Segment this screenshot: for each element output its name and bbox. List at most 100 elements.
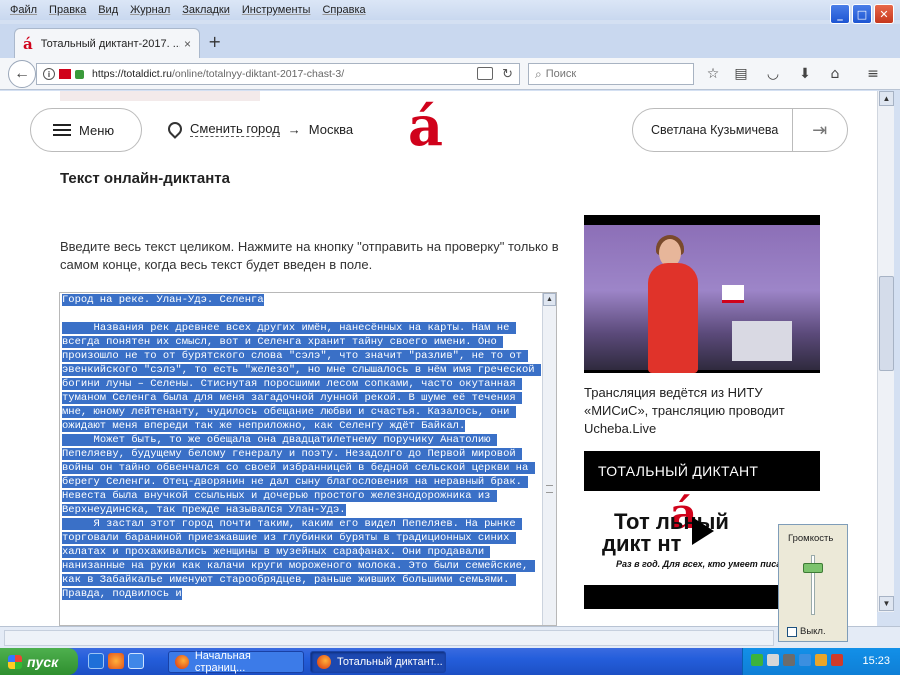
back-button[interactable]: ← <box>8 60 36 88</box>
nav-bar: i https://totaldict.ru/online/totalnyy-d… <box>0 58 900 90</box>
explorer-quicklaunch-icon[interactable] <box>128 653 144 669</box>
reload-icon[interactable]: ↻ <box>502 66 513 82</box>
user-panel: Светлана Кузьмичева ⇥ <box>632 108 848 152</box>
menu-edit[interactable]: Правка <box>49 4 86 16</box>
menu-help[interactable]: Справка <box>322 4 365 16</box>
instructions-text: Введите весь текст целиком. Нажмите на к… <box>60 239 559 272</box>
hamburger-menu-icon[interactable]: ≡ <box>864 65 882 83</box>
tray-network-icon[interactable] <box>751 654 763 666</box>
firefox-quicklaunch-icon[interactable] <box>108 653 124 669</box>
podium-flag <box>722 285 744 303</box>
system-tray: 15:23 <box>742 648 900 675</box>
site-menu-label: Меню <box>79 122 115 138</box>
menu-burger-icon <box>53 124 71 136</box>
volume-popup: Громкость Выкл. <box>778 524 848 642</box>
show-desktop-icon[interactable] <box>88 653 104 669</box>
tab-title: Тотальный диктант-2017. ... <box>40 37 180 50</box>
minimize-button[interactable]: _ <box>830 4 850 24</box>
page-scrollbar[interactable]: ▲ ▼ <box>877 91 894 612</box>
volume-title: Громкость <box>788 533 834 544</box>
firefox-icon <box>317 655 331 669</box>
scroll-up-arrow-icon[interactable]: ▲ <box>543 293 556 306</box>
tray-speaker-icon[interactable] <box>783 654 795 666</box>
pocket-icon[interactable]: ◡ <box>764 65 782 83</box>
search-bar[interactable]: ⌕ <box>528 63 694 85</box>
editor-title-line: Город на реке. Улан-Удэ. Селенга <box>62 294 264 306</box>
search-input[interactable] <box>545 68 686 80</box>
windows-logo-icon <box>8 654 22 669</box>
page-scroll-thumb[interactable] <box>879 276 894 371</box>
promo-brand-line-2: дикт нт <box>602 531 682 556</box>
page-title: Текст онлайн-диктанта <box>60 170 230 187</box>
tray-language-icon[interactable] <box>767 654 779 666</box>
close-window-button[interactable]: ✕ <box>874 4 894 24</box>
site-logo[interactable]: á <box>408 99 443 153</box>
menu-tools[interactable]: Инструменты <box>242 4 311 16</box>
firefox-icon <box>175 655 189 669</box>
reader-view-icon[interactable] <box>477 67 493 80</box>
menu-file[interactable]: Файл <box>10 4 37 16</box>
lock-icon <box>75 69 84 79</box>
url-bar[interactable]: i https://totaldict.ru/online/totalnyy-d… <box>36 63 520 85</box>
status-strip <box>0 626 900 648</box>
user-name[interactable]: Светлана Кузьмичева <box>633 123 792 137</box>
start-button[interactable]: пуск <box>0 648 78 675</box>
menu-history[interactable]: Журнал <box>130 4 170 16</box>
taskbar-item-start-page[interactable]: Начальная страниц... <box>168 650 304 674</box>
site-menu-button[interactable]: Меню <box>30 108 142 152</box>
menu-view[interactable]: Вид <box>98 4 118 16</box>
location-pin-icon <box>165 119 185 139</box>
site-info-icon[interactable]: i <box>43 68 55 80</box>
site-favicon-icon: á <box>23 34 33 53</box>
mute-checkbox[interactable]: Выкл. <box>787 626 826 637</box>
taskbar-item-label: Тотальный диктант... <box>337 656 443 668</box>
url-text[interactable]: https://totaldict.ru/online/totalnyy-dik… <box>92 68 344 80</box>
search-icon: ⌕ <box>535 66 542 81</box>
editor-paragraph-3: Я застал этот город почти таким, каким е… <box>62 518 535 600</box>
taskbar: пуск Начальная страниц... Тотальный дикт… <box>0 648 900 675</box>
tab-close-icon[interactable]: × <box>184 37 191 51</box>
textarea-scrollbar[interactable]: ▲ <box>542 293 556 625</box>
mute-label: Выкл. <box>800 626 826 637</box>
page-scroll-down-icon[interactable]: ▼ <box>879 596 894 611</box>
resize-grip-icon <box>546 485 553 493</box>
editor-paragraph-2: Может быть, то же обещала она двадцатиле… <box>62 434 535 516</box>
url-host: https://totaldict.ru <box>92 68 172 80</box>
window-controls: _ □ ✕ <box>830 4 894 24</box>
mute-checkbox-box[interactable] <box>787 626 797 637</box>
play-icon[interactable] <box>692 517 714 545</box>
bookmarks-list-icon[interactable]: ▤ <box>732 65 750 83</box>
promo-title: ТОТАЛЬНЫЙ ДИКТАНТ <box>598 463 759 479</box>
taskbar-item-dictation[interactable]: Тотальный диктант... <box>310 651 446 673</box>
editor-paragraph-1: Названия рек древнее всех других имён, н… <box>62 322 541 432</box>
maximize-button[interactable]: □ <box>852 4 872 24</box>
city-name: Москва <box>308 121 354 137</box>
change-city-link[interactable]: Сменить город <box>190 121 280 137</box>
promo-slogan: Раз в год. Для всех, кто умеет писа <box>616 559 782 569</box>
tray-update-icon[interactable] <box>815 654 827 666</box>
volume-slider-knob[interactable] <box>803 563 823 573</box>
bookmark-star-icon[interactable]: ☆ <box>704 65 722 83</box>
page-viewport: Меню Сменить город → Москва á Светлана К… <box>0 91 877 626</box>
podium <box>732 321 792 361</box>
city-selector: Сменить город → Москва <box>165 119 354 139</box>
url-path: /online/totalnyy-diktant-2017-chast-3/ <box>171 68 345 80</box>
logout-icon[interactable]: ⇥ <box>793 120 847 141</box>
downloads-icon[interactable]: ⬇ <box>796 65 814 83</box>
tray-device-icon[interactable] <box>799 654 811 666</box>
dictation-textarea[interactable]: Город на реке. Улан-Удэ. Селенга Названи… <box>59 292 557 626</box>
menu-bookmarks[interactable]: Закладки <box>182 4 230 16</box>
city-arrow: → <box>287 121 301 137</box>
tracking-icon <box>59 69 71 79</box>
new-tab-button[interactable]: + <box>208 32 221 51</box>
page-scroll-up-icon[interactable]: ▲ <box>879 91 894 106</box>
broadcast-video[interactable] <box>584 215 820 373</box>
start-label: пуск <box>27 653 59 670</box>
back-arrow-icon: ← <box>14 65 30 82</box>
tray-shield-icon[interactable] <box>831 654 843 666</box>
tab-totaldict[interactable]: á Тотальный диктант-2017. ... × <box>14 28 200 58</box>
home-icon[interactable]: ⌂ <box>826 65 844 83</box>
tab-bar: á Тотальный диктант-2017. ... × + <box>0 24 900 58</box>
dictation-text: Город на реке. Улан-Удэ. Селенга Названи… <box>62 293 541 601</box>
speaker-figure <box>648 263 698 373</box>
